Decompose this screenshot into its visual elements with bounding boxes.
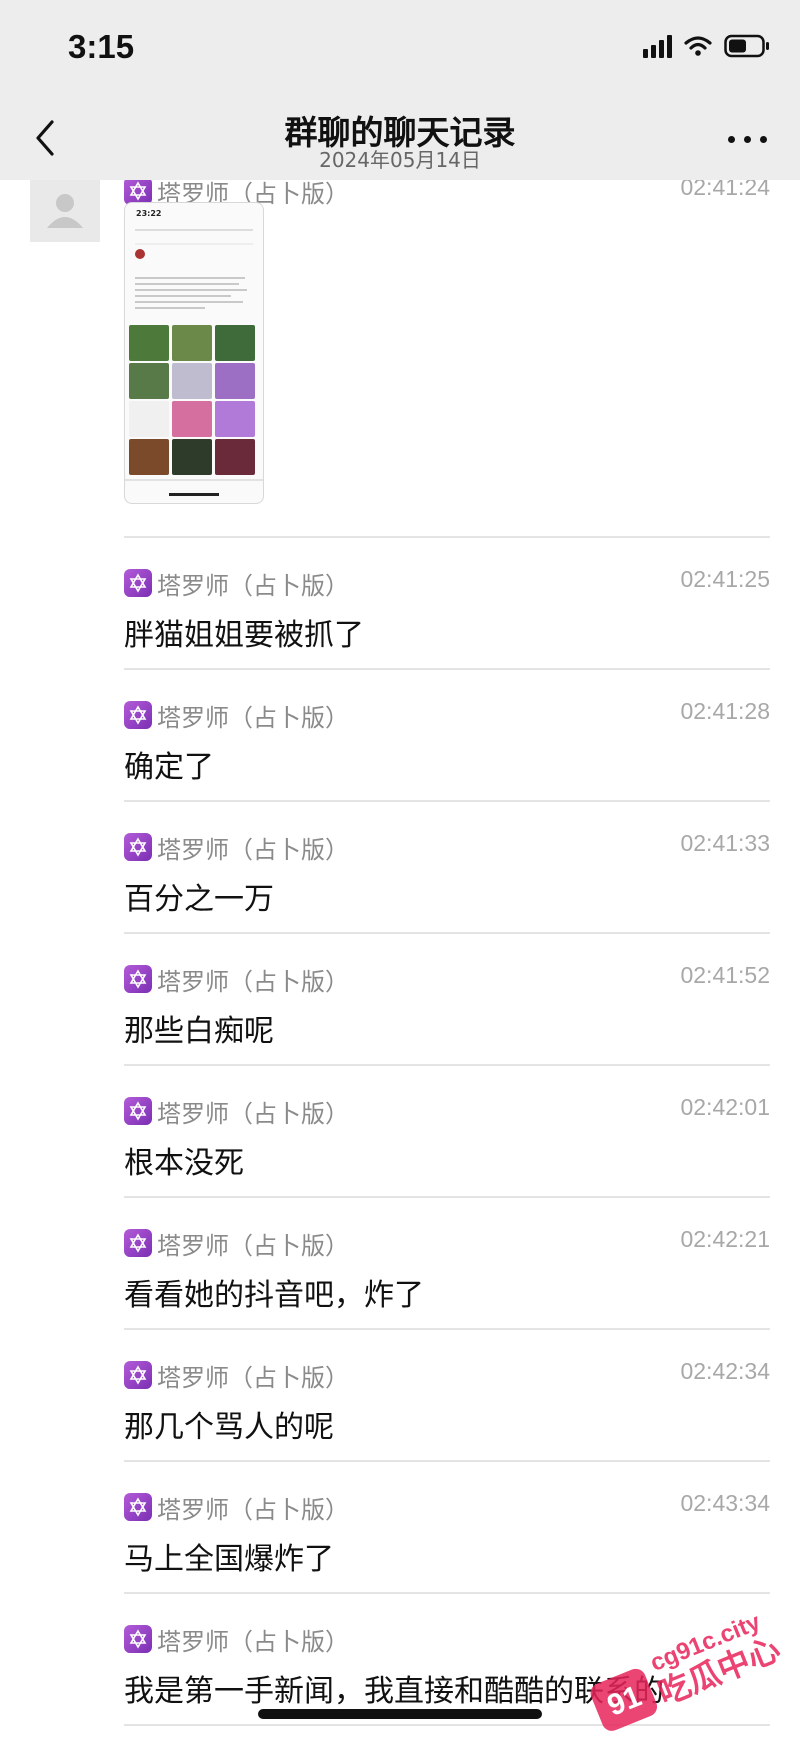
message-text: 那些白痴呢 [124,1014,274,1049]
status-time: 3:15 [68,28,135,65]
divider [124,668,770,670]
tarot-app-icon [124,1361,152,1389]
image-message[interactable]: 塔罗师（占卜版） 02:41:24 23:22 [124,180,770,514]
sender-name: 塔罗师（占卜版） [157,572,349,600]
battery-icon [724,34,770,58]
page-subtitle: 2024年05月14日 [319,148,481,172]
message-item[interactable]: 塔罗师（占卜版） 02:43:34 马上全国爆炸了 [124,1490,770,1580]
message-time: 02:43:34 [680,1490,770,1516]
divider [124,932,770,934]
message-item[interactable]: 塔罗师（占卜版） 02:41:52 那些白痴呢 [124,962,770,1052]
message-header: 塔罗师（占卜版） 02:41:33 [124,830,770,866]
thumbnail-avatar [135,249,145,259]
tarot-app-icon [124,965,152,993]
message-time: 02:41:33 [680,830,770,856]
more-icon [728,136,735,143]
screenshot-thumbnail[interactable]: 23:22 [124,202,264,504]
message-time: 02:41:28 [680,698,770,724]
message-text: 那几个骂人的呢 [124,1410,334,1445]
sender-name: 塔罗师（占卜版） [157,1100,349,1128]
message-header: 塔罗师（占卜版） 02:42:21 [124,1226,770,1262]
sender-name: 塔罗师（占卜版） [157,836,349,864]
sender-name: 塔罗师（占卜版） [157,1628,349,1656]
tarot-app-icon [124,1493,152,1521]
user-avatar-icon [47,194,83,228]
tarot-app-icon [124,1097,152,1125]
divider [124,536,770,538]
status-bar: 3:15 [0,0,800,100]
message-text: 百分之一万 [124,882,274,917]
wifi-icon [684,35,712,57]
thumbnail-time: 23:22 [136,209,162,218]
message-time: 02:41:52 [680,962,770,988]
message-time: 02:41:25 [680,566,770,592]
status-icons [643,34,770,58]
sender-name: 塔罗师（占卜版） [157,1364,349,1392]
divider [124,1328,770,1330]
tarot-app-icon [124,1625,152,1653]
message-time: 02:42:21 [680,1226,770,1252]
message-time: 02:41:24 [680,180,770,200]
divider [124,1196,770,1198]
message-header: 塔罗师（占卜版） 02:42:34 [124,1358,770,1394]
tarot-app-icon [124,569,152,597]
message-header: 塔罗师（占卜版） 02:42:01 [124,1094,770,1130]
message-item[interactable]: 塔罗师（占卜版） 02:42:21 看看她的抖音吧，炸了 [124,1226,770,1316]
message-header: 塔罗师（占卜版） 02:41:25 [124,566,770,602]
message-text: 马上全国爆炸了 [124,1542,334,1577]
message-item[interactable]: 塔罗师（占卜版） 02:42:01 根本没死 [124,1094,770,1184]
message-header: 塔罗师（占卜版） 02:41:28 [124,698,770,734]
message-item[interactable]: 塔罗师（占卜版） 02:41:33 百分之一万 [124,830,770,920]
avatar[interactable] [30,180,100,242]
message-item[interactable]: 塔罗师（占卜版） 02:41:28 确定了 [124,698,770,788]
message-item[interactable]: 塔罗师（占卜版） 02:41:25 胖猫姐姐要被抓了 [124,566,770,656]
site-watermark: 91 cg91c.city 吃瓜中心 [575,1578,800,1733]
message-text: 确定了 [124,750,214,785]
tarot-app-icon [124,833,152,861]
message-text: 看看她的抖音吧，炸了 [124,1278,424,1313]
divider [124,800,770,802]
signal-icon [643,34,672,58]
message-header: 塔罗师（占卜版） 02:43:34 [124,1490,770,1526]
sender-name: 塔罗师（占卜版） [157,968,349,996]
divider [124,1064,770,1066]
watermark-logo-icon: 91 cg91c.city 吃瓜中心 [590,1608,785,1731]
nav-bar: 群聊的聊天记录 2024年05月14日 [0,100,800,180]
message-item[interactable]: 塔罗师（占卜版） 02:42:34 那几个骂人的呢 [124,1358,770,1448]
sender-name: 塔罗师（占卜版） [157,1496,349,1524]
tarot-app-icon [124,1229,152,1257]
tarot-app-icon [124,701,152,729]
chat-history[interactable]: 塔罗师（占卜版） 02:41:24 23:22 塔罗师（占卜版） 02:41:2… [0,180,800,1733]
message-time: 02:42:34 [680,1358,770,1384]
sender-name: 塔罗师（占卜版） [157,1232,349,1260]
message-text: 胖猫姐姐要被抓了 [124,618,364,653]
message-header: 塔罗师（占卜版） 02:41:52 [124,962,770,998]
message-text: 根本没死 [124,1146,244,1181]
message-time: 02:42:01 [680,1094,770,1120]
sender-name: 塔罗师（占卜版） [157,704,349,732]
more-button[interactable] [726,128,770,152]
home-indicator[interactable] [258,1709,542,1719]
divider [124,1460,770,1462]
